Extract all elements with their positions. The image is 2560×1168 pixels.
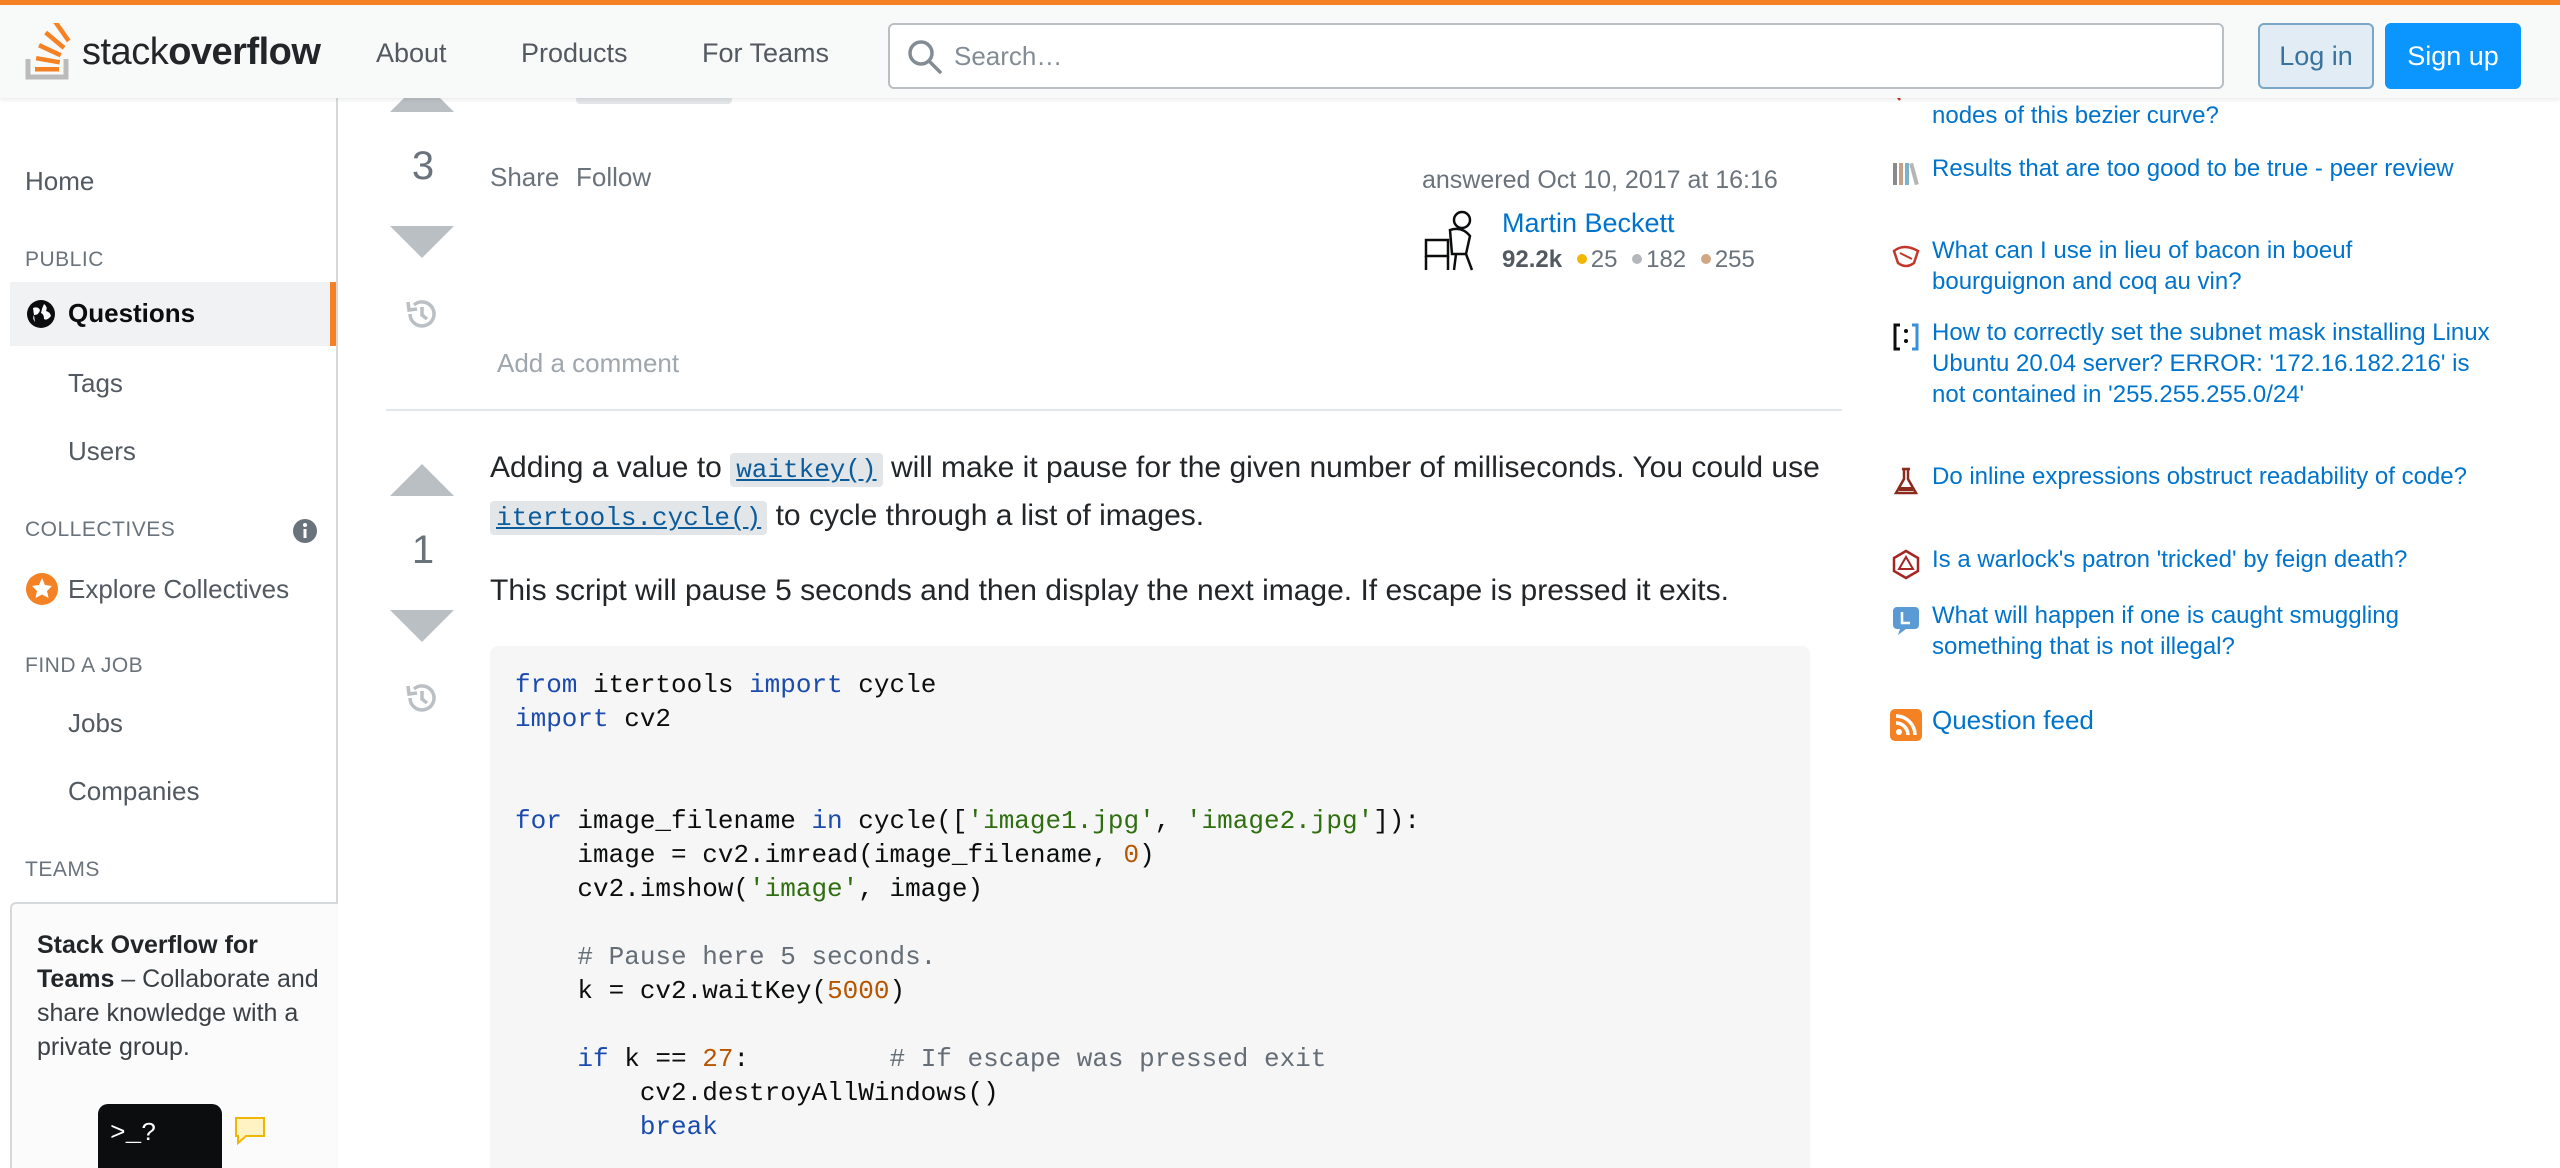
- nav-for-teams[interactable]: For Teams: [702, 38, 829, 69]
- rss-feed-icon: [1890, 709, 1922, 741]
- sidebar-item-tags[interactable]: Tags: [68, 368, 123, 399]
- history-icon[interactable]: [404, 680, 440, 716]
- sidebar-item-users[interactable]: Users: [68, 436, 136, 467]
- answer-paragraph-2: This script will pause 5 seconds and the…: [490, 574, 1729, 607]
- follow-link[interactable]: Follow: [576, 162, 651, 193]
- hot-question-link[interactable]: Do inline expressions obstruct readabili…: [1890, 461, 2490, 495]
- hot-question-title: nodes of this bezier curve?: [1932, 102, 2219, 129]
- hot-question-title: Results that are too good to be true - p…: [1932, 155, 2454, 182]
- sidebar-item-questions[interactable]: Questions: [10, 282, 336, 346]
- search-input[interactable]: [954, 35, 2194, 77]
- top-bar: stackoverflow About Products For Teams L…: [0, 0, 2560, 98]
- collectives-icon: [26, 573, 58, 605]
- hot-question-link[interactable]: What can I use in lieu of bacon in boeuf…: [1890, 235, 2490, 297]
- gold-badge-count: 25: [1590, 246, 1618, 273]
- downvote-button[interactable]: [390, 226, 454, 258]
- gold-badge-icon: [1576, 254, 1587, 264]
- reputation-score: 92.2k: [1502, 246, 1563, 273]
- sidebar-item-home[interactable]: Home: [25, 166, 94, 197]
- question-feed-label: Question feed: [1932, 705, 2094, 735]
- login-button[interactable]: Log in: [2258, 23, 2374, 89]
- answer-divider: [386, 409, 1842, 411]
- hot-question-link[interactable]: What will happen if one is caught smuggl…: [1890, 600, 2490, 662]
- info-icon[interactable]: [292, 518, 318, 544]
- user-reputation: 92.2k 25 182 255: [1502, 246, 1755, 274]
- sidebar-item-companies[interactable]: Companies: [68, 776, 200, 807]
- teams-terminal-graphic: >_?: [98, 1104, 222, 1168]
- add-comment-link[interactable]: Add a comment: [497, 348, 679, 379]
- hot-question-title: What can I use in lieu of bacon in boeuf…: [1932, 237, 2353, 295]
- answered-timestamp: answered Oct 10, 2017 at 16:16: [1422, 166, 1778, 194]
- answer-paragraph-1: Adding a value to waitkey() will make it…: [490, 451, 1820, 535]
- vote-count: 3: [411, 144, 435, 188]
- code-block: from itertools import cycle import cv2 f…: [490, 646, 1810, 1168]
- silver-badge-icon: [1632, 254, 1643, 264]
- stackoverflow-logo[interactable]: stackoverflow: [24, 19, 321, 85]
- terminal-prompt-label: >_?: [110, 1118, 157, 1148]
- teams-promo-text: Stack Overflow for Teams – Collaborate a…: [37, 931, 319, 1061]
- sidebar-item-questions-label: Questions: [68, 298, 196, 328]
- waitkey-link[interactable]: waitkey(): [730, 453, 883, 487]
- hot-question-title: What will happen if one is caught smuggl…: [1932, 602, 2399, 660]
- bronze-badge-icon: [1700, 254, 1711, 264]
- cooking-site-icon: [1892, 245, 1920, 268]
- user-name-link[interactable]: Martin Beckett: [1502, 208, 1675, 239]
- hot-question-title: How to correctly set the subnet mask ins…: [1932, 319, 2490, 408]
- hot-question-title: Is a warlock's patron 'tricked' by feign…: [1932, 546, 2408, 573]
- chat-bubble-icon: [235, 1117, 265, 1146]
- signup-button[interactable]: Sign up: [2385, 23, 2521, 89]
- sidebar-heading-public: PUBLIC: [25, 248, 104, 271]
- nav-products[interactable]: Products: [521, 38, 628, 69]
- globe-icon: [27, 300, 55, 328]
- hot-question-link[interactable]: Is a warlock's patron 'tricked' by feign…: [1890, 544, 2490, 580]
- search-icon: [908, 40, 942, 74]
- question-feed-link[interactable]: Question feed: [1890, 705, 2490, 741]
- bronze-badge-count: 255: [1714, 246, 1755, 273]
- sidebar-heading-collectives: COLLECTIVES: [25, 518, 176, 541]
- rpg-site-icon: [1892, 549, 1920, 580]
- hot-question-title: Do inline expressions obstruct readabili…: [1932, 463, 2467, 490]
- law-site-icon: [1893, 607, 1919, 635]
- sidebar-item-explore-collectives[interactable]: Explore Collectives: [68, 574, 289, 605]
- sidebar-heading-find-job: FIND A JOB: [25, 654, 144, 677]
- askubuntu-site-icon: [1893, 323, 1919, 351]
- itertools-cycle-link[interactable]: itertools.cycle(): [490, 501, 768, 535]
- teams-promo: Stack Overflow for Teams – Collaborate a…: [10, 902, 338, 1168]
- nav-about[interactable]: About: [376, 38, 447, 69]
- sidebar-item-jobs[interactable]: Jobs: [68, 708, 123, 739]
- history-icon[interactable]: [404, 296, 440, 332]
- hot-question-link[interactable]: How to correctly set the subnet mask ins…: [1890, 317, 2490, 410]
- hot-question-link[interactable]: nodes of this bezier curve?: [1890, 100, 2490, 131]
- hot-question-link[interactable]: Results that are too good to be true - p…: [1890, 153, 2490, 186]
- share-link[interactable]: Share: [490, 162, 559, 193]
- stackoverflow-logo-icon: [25, 23, 71, 80]
- downvote-button[interactable]: [390, 610, 454, 642]
- left-sidebar: Home PUBLIC Questions Tags Users COLLECT…: [0, 98, 338, 1168]
- sidebar-heading-teams: TEAMS: [25, 858, 100, 881]
- academia-site-icon: [1893, 162, 1919, 186]
- vote-count: 1: [411, 528, 435, 572]
- user-signature: answered Oct 10, 2017 at 16:16 Martin Be…: [1422, 166, 1842, 286]
- upvote-button[interactable]: [390, 464, 454, 496]
- softwareengineering-site-icon: [1893, 467, 1919, 495]
- avatar[interactable]: [1422, 206, 1488, 272]
- search-box: [888, 23, 2224, 89]
- logo-wordmark: stackoverflow: [82, 30, 321, 73]
- silver-badge-count: 182: [1646, 246, 1687, 273]
